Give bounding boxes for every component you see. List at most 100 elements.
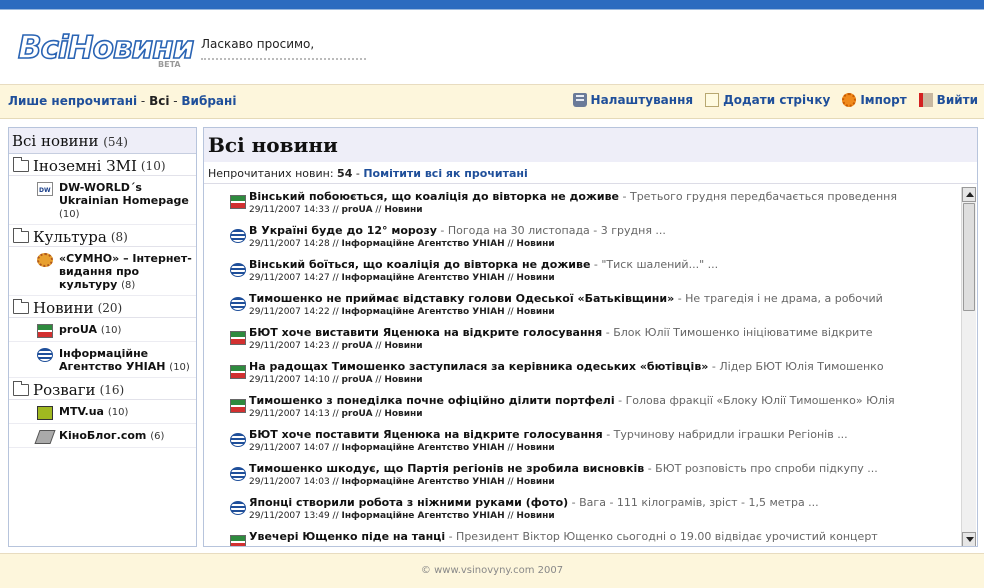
feed-name: DW-WORLD´s Ukrainian Homepage <box>59 181 189 207</box>
news-source-link[interactable]: Інформаційне Агентство УНІАН <box>341 307 504 317</box>
news-item-meta: 29/11/2007 13:49 // Інформаційне Агентст… <box>249 511 555 521</box>
settings-link[interactable]: Налаштування <box>572 93 693 107</box>
feed-name: MTV.ua <box>59 405 104 418</box>
news-title-link[interactable]: Тимошенко з понеділка почне офіційно діл… <box>249 394 615 407</box>
category-entertainment[interactable]: Розваги (16) <box>9 378 196 400</box>
kinoblog-icon <box>34 430 56 444</box>
news-category-link[interactable]: Новини <box>384 341 422 351</box>
news-title-link[interactable]: Увечері Ющенко піде на танці <box>249 530 445 543</box>
news-source-link[interactable]: proUA <box>341 375 372 385</box>
scroll-up-button[interactable] <box>962 187 976 202</box>
unian-icon <box>230 467 246 481</box>
news-category-link[interactable]: Новини <box>516 511 554 521</box>
category-culture[interactable]: Культура (8) <box>9 225 196 247</box>
import-icon <box>842 93 857 107</box>
news-source-link[interactable]: Інформаційне Агентство УНІАН <box>341 443 504 453</box>
proua-icon <box>230 195 246 209</box>
news-item[interactable]: В Україні буде до 12° морозу - Погода на… <box>226 221 960 255</box>
news-snippet: - Президент Віктор Ющенко сьогодні о 19.… <box>445 530 878 543</box>
news-snippet: - Не трагедія і не драма, а робочий <box>674 292 883 305</box>
news-item-title-line: Тимошенко не приймає відставку голови Од… <box>249 292 960 306</box>
proua-icon <box>230 399 246 413</box>
news-title-link[interactable]: Японці створили робота з ніжними руками … <box>249 496 568 509</box>
news-snippet: - Вага - 111 кілограмів, зріст - 1,5 мет… <box>568 496 819 509</box>
news-item[interactable]: Вінський боїться, що коаліція до вівторк… <box>226 255 960 289</box>
feed-proua[interactable]: proUA (10) <box>9 318 196 342</box>
feed-mtv[interactable]: MTV.ua (10) <box>9 400 196 424</box>
news-category-link[interactable]: Новини <box>516 239 554 249</box>
news-item[interactable]: Вінський побоюється, що коаліція до вівт… <box>226 187 960 221</box>
news-item[interactable]: Тимошенко шкодує, що Партія регіонів не … <box>226 459 960 493</box>
unian-icon <box>230 501 246 515</box>
news-date: 29/11/2007 14:13 <box>249 409 330 419</box>
news-item[interactable]: Тимошенко з понеділка почне офіційно діл… <box>226 391 960 425</box>
category-name: Новини <box>33 299 94 317</box>
category-news[interactable]: Новини (20) <box>9 296 196 318</box>
unread-label: Непрочитаних новин: <box>208 167 334 180</box>
import-label: Імпорт <box>860 93 907 107</box>
news-title-link[interactable]: БЮТ хоче поставити Яценюка на відкрите г… <box>249 428 603 441</box>
news-snippet: - Блок Юлії Тимошенко ініціюватиме відкр… <box>602 326 873 339</box>
news-item-meta: 29/11/2007 14:03 // Інформаційне Агентст… <box>249 477 555 487</box>
news-title-link[interactable]: БЮТ хоче виставити Яценюка на відкрите г… <box>249 326 602 339</box>
sidebar-all-news[interactable]: Всі новини (54) <box>9 128 196 154</box>
news-category-link[interactable]: Новини <box>516 443 554 453</box>
news-item-title-line: В Україні буде до 12° морозу - Погода на… <box>249 224 960 238</box>
news-source-link[interactable]: Інформаційне Агентство УНІАН <box>341 273 504 283</box>
category-count: (20) <box>97 301 123 315</box>
unread-separator: - <box>352 167 364 180</box>
news-category-link[interactable]: Новини <box>516 273 554 283</box>
news-title-link[interactable]: На радощах Тимошенко заступилася за кері… <box>249 360 708 373</box>
news-source-link[interactable]: Інформаційне Агентство УНІАН <box>341 477 504 487</box>
feed-name: Інформаційне Агентство УНІАН <box>59 347 166 373</box>
news-title-link[interactable]: Вінський побоюється, що коаліція до вівт… <box>249 190 619 203</box>
news-item[interactable]: БЮТ хоче поставити Яценюка на відкрите г… <box>226 425 960 459</box>
news-item[interactable]: Японці створили робота з ніжними руками … <box>226 493 960 527</box>
news-item-title-line: БЮТ хоче виставити Яценюка на відкрите г… <box>249 326 960 340</box>
news-item-meta: 29/11/2007 14:33 // proUA // Новини <box>249 205 423 215</box>
news-source-link[interactable]: proUA <box>341 205 372 215</box>
news-scrollbar[interactable] <box>961 187 976 546</box>
news-category-link[interactable]: Новини <box>384 409 422 419</box>
category-foreign-media[interactable]: Іноземні ЗМІ (10) <box>9 154 196 176</box>
news-title-link[interactable]: Тимошенко шкодує, що Партія регіонів не … <box>249 462 644 475</box>
news-date: 29/11/2007 14:07 <box>249 443 330 453</box>
news-item[interactable]: Увечері Ющенко піде на танці - Президент… <box>226 527 960 546</box>
add-feed-link[interactable]: Додати стрічку <box>705 93 830 107</box>
filter-separator: - <box>169 94 182 108</box>
news-category-link[interactable]: Новини <box>516 307 554 317</box>
feed-dw-world[interactable]: DW-WORLD´s Ukrainian Homepage (10) <box>9 176 196 225</box>
news-title-link[interactable]: Вінський боїться, що коаліція до вівторк… <box>249 258 590 271</box>
news-category-link[interactable]: Новини <box>384 375 422 385</box>
logout-link[interactable]: Вийти <box>918 93 978 107</box>
news-source-link[interactable]: proUA <box>341 409 372 419</box>
news-item-title-line: Увечері Ющенко піде на танці - Президент… <box>249 530 960 544</box>
news-source-link[interactable]: proUA <box>341 341 372 351</box>
news-item[interactable]: Тимошенко не приймає відставку голови Од… <box>226 289 960 323</box>
news-item[interactable]: На радощах Тимошенко заступилася за кері… <box>226 357 960 391</box>
news-source-link[interactable]: Інформаційне Агентство УНІАН <box>341 511 504 521</box>
all-news-count: (54) <box>103 135 128 149</box>
news-snippet: - БЮТ розповість про спроби підкупу ... <box>644 462 878 475</box>
news-item[interactable]: БЮТ хоче виставити Яценюка на відкрите г… <box>226 323 960 357</box>
news-category-link[interactable]: Новини <box>384 205 422 215</box>
feed-kinoblog[interactable]: КіноБлог.com (6) <box>9 424 196 448</box>
news-item-meta: 29/11/2007 14:23 // proUA // Новини <box>249 341 423 351</box>
news-source-link[interactable]: Інформаційне Агентство УНІАН <box>341 239 504 249</box>
feed-unian[interactable]: Інформаційне Агентство УНІАН (10) <box>9 342 196 378</box>
filter-starred-link[interactable]: Вибрані <box>181 94 236 108</box>
news-title-link[interactable]: Тимошенко не приймає відставку голови Од… <box>249 292 674 305</box>
news-title-link[interactable]: В Україні буде до 12° морозу <box>249 224 437 237</box>
import-link[interactable]: Імпорт <box>842 93 907 107</box>
news-category-link[interactable]: Новини <box>516 477 554 487</box>
feed-sumno[interactable]: «СУМНО» – Інтернет-видання про культуру … <box>9 247 196 296</box>
mark-all-read-link[interactable]: Помітити всі як прочитані <box>363 167 527 180</box>
scroll-thumb[interactable] <box>963 203 975 311</box>
add-feed-icon <box>705 93 720 107</box>
news-date: 29/11/2007 14:28 <box>249 239 330 249</box>
folder-icon <box>13 299 29 314</box>
scroll-down-button[interactable] <box>962 532 976 546</box>
category-name: Розваги <box>33 381 96 399</box>
filter-unread-link[interactable]: Лише непрочитані <box>8 94 137 108</box>
news-snippet: - Голова фракції «Блоку Юлії Тимошенко» … <box>614 394 895 407</box>
